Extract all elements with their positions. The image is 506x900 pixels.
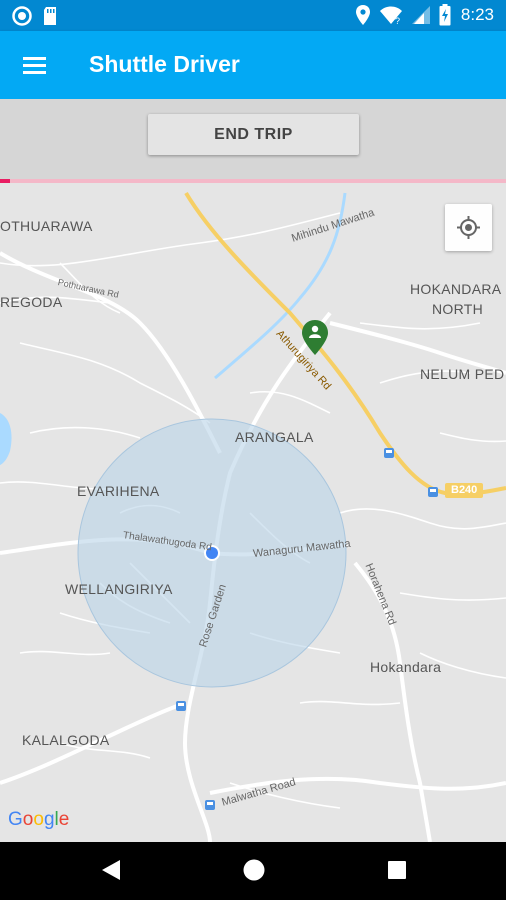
bus-stop-icon <box>428 487 438 497</box>
hamburger-menu-icon <box>23 57 46 74</box>
back-triangle-icon <box>102 860 120 880</box>
google-logo-letter: e <box>58 809 70 830</box>
sd-card-icon <box>44 7 56 25</box>
my-location-button[interactable] <box>445 204 492 251</box>
status-right-icons: ? 8:23 <box>355 4 494 26</box>
recents-button[interactable] <box>386 858 408 887</box>
destination-marker-icon <box>302 320 328 355</box>
page-title: Shuttle Driver <box>89 51 240 77</box>
area-label: NELUM PED <box>420 366 505 382</box>
area-label: NORTH <box>432 301 484 317</box>
app-bar: Shuttle Driver <box>0 31 506 99</box>
area-label: KALALGODA <box>22 732 110 748</box>
google-logo-letter: g <box>43 809 55 830</box>
google-logo-letter: o <box>33 809 44 830</box>
battery-charging-icon <box>439 4 451 26</box>
back-button[interactable] <box>100 858 122 887</box>
signal-icon <box>411 6 430 24</box>
location-pin-icon <box>355 5 370 25</box>
area-label: ARANGALA <box>235 429 314 445</box>
status-bar: ? 8:23 <box>0 0 506 31</box>
area-label: OTHUARAWA <box>0 218 93 234</box>
area-label: REGODA <box>0 294 63 310</box>
menu-button[interactable] <box>18 51 52 79</box>
area-label: HOKANDARA <box>410 281 502 297</box>
svg-text:?: ? <box>395 16 400 25</box>
map-view[interactable]: OTHUARAWA REGODA HOKANDARA NORTH NELUM P… <box>0 183 506 842</box>
trip-action-panel: END TRIP <box>0 99 506 179</box>
bus-stop-icon <box>176 701 186 711</box>
recents-square-icon <box>388 861 406 879</box>
area-label: Hokandara <box>370 659 442 675</box>
area-label: WELLANGIRIYA <box>65 581 173 597</box>
google-logo: Google <box>8 809 69 831</box>
system-nav-bar <box>0 842 506 900</box>
status-left-icons <box>12 6 58 26</box>
home-button[interactable] <box>242 858 266 887</box>
google-logo-letter: G <box>8 809 23 830</box>
sync-circle-icon <box>12 6 32 26</box>
bus-stop-icon <box>205 800 215 810</box>
home-circle-icon <box>243 859 265 881</box>
status-time: 8:23 <box>460 5 494 24</box>
area-label: EVARIHENA <box>77 483 160 499</box>
end-trip-button[interactable]: END TRIP <box>148 114 359 155</box>
bus-stop-icon <box>384 448 394 458</box>
road-label: B240 <box>451 484 478 496</box>
wifi-icon: ? <box>379 6 402 25</box>
google-logo-letter: o <box>22 809 34 830</box>
lake-shape <box>0 413 12 465</box>
my-location-crosshair-icon <box>457 216 480 239</box>
